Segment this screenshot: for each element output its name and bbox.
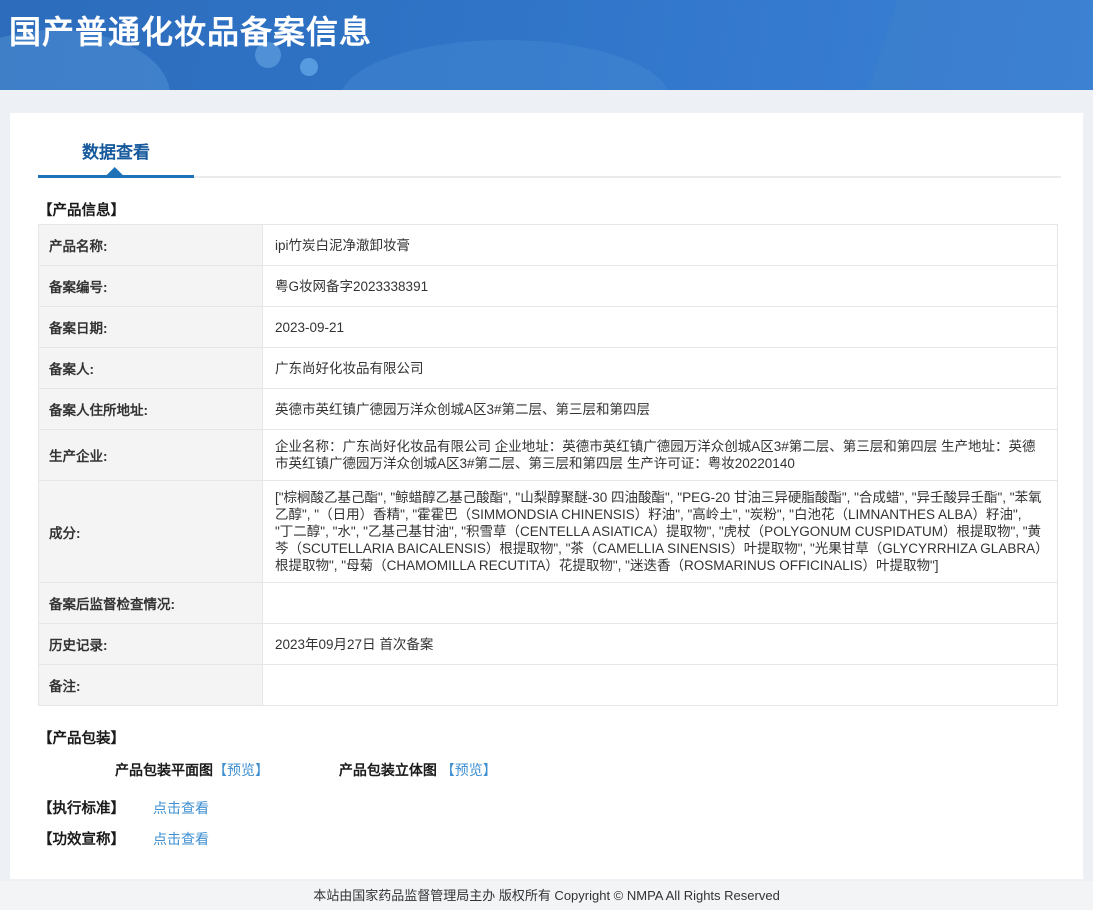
row-value-filer-address: 英德市英红镇广德园万洋众创城A区3#第二层、第三层和第四层 — [262, 388, 1058, 430]
row-label-manufacturer: 生产企业: — [38, 429, 263, 481]
row-label-ingredients: 成分: — [38, 480, 263, 583]
table-row: 备案日期: 2023-09-21 — [38, 306, 1058, 348]
row-value-supervision — [262, 582, 1058, 624]
row-value-filer: 广东尚好化妆品有限公司 — [262, 347, 1058, 389]
row-label-filer: 备案人: — [38, 347, 263, 389]
page-footer: 本站由国家药品监督管理局主办 版权所有 Copyright © NMPA All… — [0, 881, 1093, 910]
row-label-remarks: 备注: — [38, 664, 263, 706]
table-row: 生产企业: 企业名称：广东尚好化妆品有限公司 企业地址：英德市英红镇广德园万洋众… — [38, 429, 1058, 481]
standard-view-link[interactable]: 点击查看 — [153, 798, 209, 818]
tab-data-view-label: 数据查看 — [82, 143, 150, 162]
packaging-stereo-group: 产品包装立体图 【预览】 — [339, 760, 497, 780]
row-label-filing-number: 备案编号: — [38, 265, 263, 307]
packaging-stereo-label: 产品包装立体图 — [338, 762, 437, 778]
section-product-info-title: 【产品信息】 — [38, 203, 125, 219]
row-label-filer-address: 备案人住所地址: — [38, 388, 263, 430]
row-value-product-name: ipi竹炭白泥净澈卸妆膏 — [262, 224, 1058, 266]
row-value-filing-number: 粤G妆网备字2023338391 — [262, 265, 1058, 307]
table-row: 成分: ["棕榈酸乙基己酯", "鲸蜡醇乙基己酸酯", "山梨醇聚醚-30 四油… — [38, 480, 1058, 583]
packaging-flat-label: 产品包装平面图 — [115, 762, 213, 778]
tab-bar: 数据查看 — [38, 138, 1061, 178]
row-value-history: 2023年09月27日 首次备案 — [262, 623, 1058, 665]
copyright-text: 本站由国家药品监督管理局主办 版权所有 Copyright © NMPA All… — [313, 888, 780, 903]
packaging-flat-group: 产品包装平面图【预览】 — [115, 760, 269, 780]
row-value-ingredients: ["棕榈酸乙基己酯", "鲸蜡醇乙基己酸酯", "山梨醇聚醚-30 四油酸酯",… — [262, 480, 1058, 583]
section-efficacy-title: 【功效宣称】 — [38, 832, 125, 848]
page-header: 国产普通化妆品备案信息 — [0, 0, 1093, 90]
row-value-filing-date: 2023-09-21 — [262, 306, 1058, 348]
section-packaging-title: 【产品包装】 — [38, 731, 125, 747]
section-standard-title: 【执行标准】 — [38, 801, 125, 817]
content-card: 数据查看 【产品信息】 产品名称: ipi竹炭白泥净澈卸妆膏 备案编号: 粤G妆… — [10, 113, 1083, 879]
row-label-filing-date: 备案日期: — [38, 306, 263, 348]
table-row: 备案编号: 粤G妆网备字2023338391 — [38, 265, 1058, 307]
efficacy-row: 【功效宣称】 点击查看 — [38, 828, 1051, 849]
packaging-stereo-preview-link[interactable]: 【预览】 — [441, 762, 497, 778]
table-row: 备案后监督检查情况: — [38, 582, 1058, 624]
table-row: 备案人: 广东尚好化妆品有限公司 — [38, 347, 1058, 389]
table-row: 产品名称: ipi竹炭白泥净澈卸妆膏 — [38, 224, 1058, 266]
row-label-history: 历史记录: — [38, 623, 263, 665]
row-label-product-name: 产品名称: — [38, 224, 263, 266]
row-value-remarks — [262, 664, 1058, 706]
standard-row: 【执行标准】 点击查看 — [38, 797, 1051, 818]
page-title: 国产普通化妆品备案信息 — [9, 14, 373, 50]
table-row: 历史记录: 2023年09月27日 首次备案 — [38, 623, 1058, 665]
row-value-manufacturer: 企业名称：广东尚好化妆品有限公司 企业地址：英德市英红镇广德园万洋众创城A区3#… — [262, 429, 1058, 481]
header-decor-circle — [300, 58, 318, 76]
packaging-line: 产品包装平面图【预览】 产品包装立体图 【预览】 — [115, 760, 1051, 780]
row-label-supervision: 备案后监督检查情况: — [38, 582, 263, 624]
table-row: 备注: — [38, 664, 1058, 706]
packaging-flat-preview-link[interactable]: 【预览】 — [213, 762, 269, 778]
product-info-table: 产品名称: ipi竹炭白泥净澈卸妆膏 备案编号: 粤G妆网备字202333839… — [38, 224, 1058, 706]
tab-data-view[interactable]: 数据查看 — [38, 138, 194, 178]
tab-active-caret-icon — [106, 167, 123, 175]
table-row: 备案人住所地址: 英德市英红镇广德园万洋众创城A区3#第二层、第三层和第四层 — [38, 388, 1058, 430]
efficacy-view-link[interactable]: 点击查看 — [153, 829, 209, 849]
